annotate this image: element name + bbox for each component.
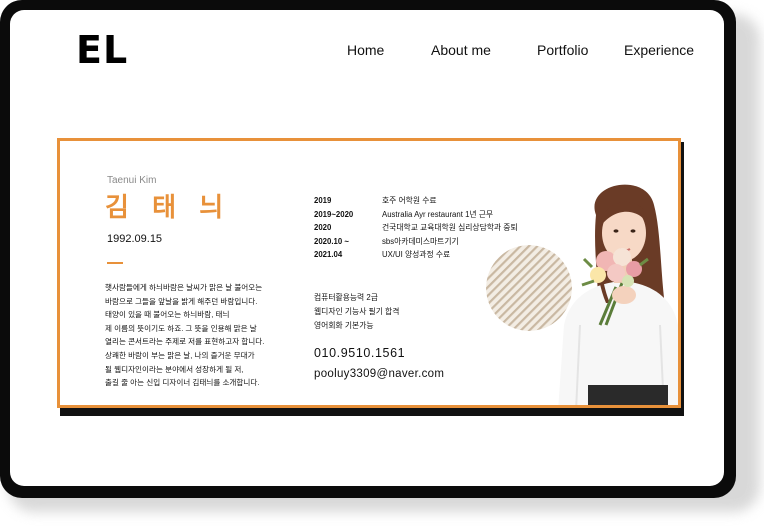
intro-line: 제 이름의 뜻이기도 하죠. 그 뜻을 인용해 맑은 날 [105, 323, 257, 333]
intro-line: 열리는 콘서트라는 주제로 저를 표현하고자 합니다. [105, 337, 265, 347]
certifications-list: 컴퓨터활용능력 2급 웹디자인 기능사 필기 합격 영어회화 기본가능 [314, 291, 399, 333]
certification-item: 영어회화 기본가능 [314, 321, 374, 330]
name-english: Taenui Kim [107, 175, 157, 186]
accent-divider [107, 262, 123, 264]
timeline-year: 2020 [314, 223, 332, 233]
timeline-desc: sbs아카데미스마트기기 [382, 236, 459, 246]
timeline-year: 2019~2020 [314, 209, 354, 219]
profile-card: Taenui Kim 김 태 늬 1992.09.15 햇사람들에게 하늬바람은… [57, 138, 681, 408]
intro-paragraph: 햇사람들에게 하늬바람은 날씨가 맑은 날 불어오는 바람으로 그들을 앞날을 … [105, 281, 305, 390]
timeline-desc: 호주 어학원 수료 [382, 196, 437, 205]
certification-item: 웹디자인 기능사 필기 합격 [314, 307, 400, 316]
screen: EL Home About me Portfolio Experience Ta… [10, 10, 724, 486]
timeline-row: 2019~2020 Australia Ayr restaurant 1년 근무 [314, 208, 574, 222]
profile-photo [536, 175, 678, 405]
name-korean: 김 태 늬 [105, 192, 232, 222]
intro-line: 상쾌한 바람이 부는 맑은 날, 나의 즐거운 무대가 [105, 350, 255, 360]
certification-item: 컴퓨터활용능력 2급 [314, 293, 378, 302]
nav-portfolio-link[interactable]: Portfolio [537, 42, 588, 58]
timeline-desc: 건국대학교 교육대학원 심리상담학과 중퇴 [382, 223, 518, 233]
timeline-desc: Australia Ayr restaurant 1년 근무 [382, 209, 494, 219]
intro-line: 바람으로 그들을 앞날을 밝게 해주던 바람입니다. [105, 296, 258, 306]
timeline-row: 2019 호주 어학원 수료 [314, 194, 574, 208]
nav-about-link[interactable]: About me [431, 42, 491, 58]
intro-line: 될 웹디자인이라는 분야에서 성장하게 될 저, [105, 364, 244, 374]
timeline-row: 2020 건국대학교 교육대학원 심리상담학과 중퇴 [314, 221, 574, 235]
contact-email[interactable]: pooluy3309@naver.com [314, 368, 444, 380]
nav-home-link[interactable]: Home [347, 42, 384, 58]
timeline-desc: UX/UI 양성과정 수료 [382, 250, 451, 260]
nav-experience-link[interactable]: Experience [624, 42, 694, 58]
intro-line: 태양이 있을 때 불어오는 하늬바람, 태늬 [105, 310, 230, 320]
intro-line: 출길 줄 아는 신입 디자이너 김태늬를 소개합니다. [105, 378, 260, 388]
birth-date: 1992.09.15 [107, 233, 163, 245]
timeline-year: 2019 [314, 196, 332, 205]
timeline-year: 2020.10 ~ [314, 236, 349, 246]
intro-line: 햇사람들에게 하늬바람은 날씨가 맑은 날 불어오는 [105, 283, 263, 292]
site-logo[interactable]: EL [76, 28, 128, 72]
timeline-year: 2021.04 [314, 250, 343, 260]
contact-phone: 010.9510.1561 [314, 346, 406, 360]
device-frame: EL Home About me Portfolio Experience Ta… [0, 0, 736, 498]
